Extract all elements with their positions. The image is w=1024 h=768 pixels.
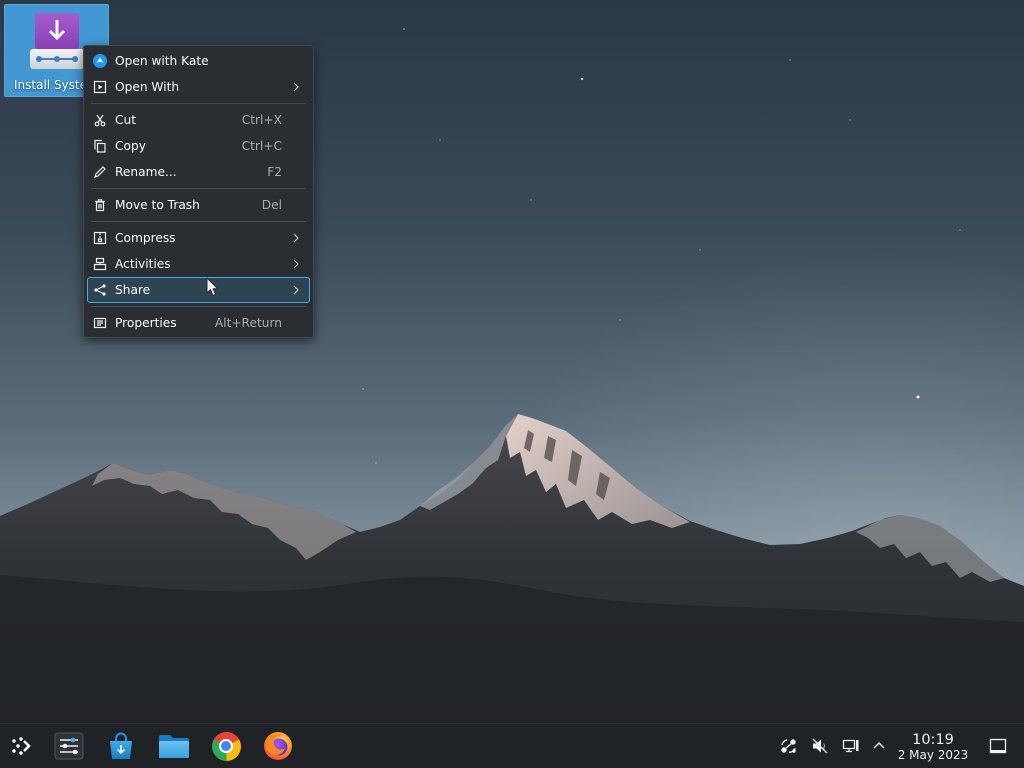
menu-item-label: Rename... — [115, 165, 177, 179]
menu-item-label: Activities — [115, 257, 171, 271]
menu-item-label: Open With — [115, 80, 180, 94]
network-wired-icon — [842, 739, 859, 753]
discover-icon — [110, 732, 132, 759]
chrome-icon-center — [219, 739, 233, 753]
menu-item-move-to-trash[interactable]: Move to Trash Del — [87, 192, 310, 218]
kate-icon — [93, 54, 107, 68]
tray-item-network-wired[interactable] — [842, 737, 860, 755]
open-with-icon — [93, 80, 107, 94]
tray-item-network-nodes[interactable] — [780, 737, 798, 755]
activities-icon — [93, 257, 107, 271]
volume-muted-icon — [812, 738, 828, 754]
tray-item-volume[interactable] — [811, 737, 829, 755]
taskbar-item-firefox[interactable] — [262, 730, 294, 762]
chevron-right-icon — [292, 259, 300, 269]
menu-item-properties[interactable]: Properties Alt+Return — [87, 310, 310, 336]
show-desktop-button[interactable] — [989, 737, 1007, 755]
compress-icon — [93, 231, 107, 245]
cut-icon — [93, 113, 107, 127]
menu-item-label: Open with Kate — [115, 54, 209, 68]
installer-icon — [30, 13, 84, 69]
menu-item-shortcut: Del — [261, 198, 282, 212]
menu-item-activities[interactable]: Activities — [87, 251, 310, 277]
menu-item-label: Compress — [115, 231, 176, 245]
desktop-icon-label: Install Syste — [14, 78, 87, 92]
menu-item-share[interactable]: Share — [87, 277, 310, 303]
chevron-right-icon — [292, 82, 300, 92]
menu-item-rename[interactable]: Rename... F2 — [87, 159, 310, 185]
menu-separator — [84, 303, 313, 310]
menu-item-copy[interactable]: Copy Ctrl+C — [87, 133, 310, 159]
menu-item-label: Cut — [115, 113, 137, 127]
menu-item-label: Copy — [115, 139, 146, 153]
taskbar-item-chrome[interactable] — [210, 730, 242, 762]
menu-separator — [84, 100, 313, 107]
tray-expand-button[interactable] — [870, 737, 888, 755]
clock-date: 2 May 2023 — [897, 748, 969, 762]
chrome-icon — [211, 731, 241, 761]
properties-icon — [93, 316, 107, 330]
menu-item-label: Share — [115, 283, 151, 297]
menu-item-open-with[interactable]: Open With — [87, 74, 310, 100]
system-settings-icon — [54, 732, 84, 760]
taskbar-item-system-settings[interactable] — [53, 730, 85, 762]
digital-clock[interactable]: 10:19 2 May 2023 — [893, 732, 973, 762]
menu-item-shortcut: Ctrl+X — [241, 113, 282, 127]
menu-item-shortcut: Alt+Return — [214, 316, 282, 330]
clock-time: 10:19 — [912, 732, 954, 748]
menu-item-shortcut: Ctrl+C — [241, 139, 282, 153]
copy-icon — [93, 139, 107, 153]
arrow-cursor-icon — [206, 277, 219, 296]
chevron-up-icon — [873, 742, 885, 749]
show-desktop-icon — [989, 738, 1007, 754]
share-icon — [93, 283, 107, 297]
taskbar: 10:19 2 May 2023 — [0, 723, 1024, 768]
chevron-right-icon — [292, 285, 300, 295]
menu-item-compress[interactable]: Compress — [87, 225, 310, 251]
taskbar-application-launcher[interactable] — [5, 730, 37, 762]
trash-icon — [93, 198, 107, 212]
taskbar-item-discover[interactable] — [105, 730, 137, 762]
menu-item-label: Properties — [115, 316, 177, 330]
menu-separator — [84, 185, 313, 192]
file-manager-icon — [159, 735, 189, 758]
menu-separator — [84, 218, 313, 225]
menu-item-shortcut: F2 — [267, 165, 282, 179]
context-menu: Open with Kate Open With Cut Ctrl+X Copy… — [83, 45, 314, 338]
menu-item-open-with-kate[interactable]: Open with Kate — [87, 48, 310, 74]
application-launcher-icon — [12, 737, 31, 755]
network-nodes-icon — [781, 739, 796, 753]
menu-item-cut[interactable]: Cut Ctrl+X — [87, 107, 310, 133]
taskbar-item-file-manager[interactable] — [158, 730, 190, 762]
rename-icon — [93, 165, 107, 179]
menu-item-label: Move to Trash — [115, 198, 200, 212]
chevron-right-icon — [292, 233, 300, 243]
firefox-icon — [264, 732, 292, 760]
